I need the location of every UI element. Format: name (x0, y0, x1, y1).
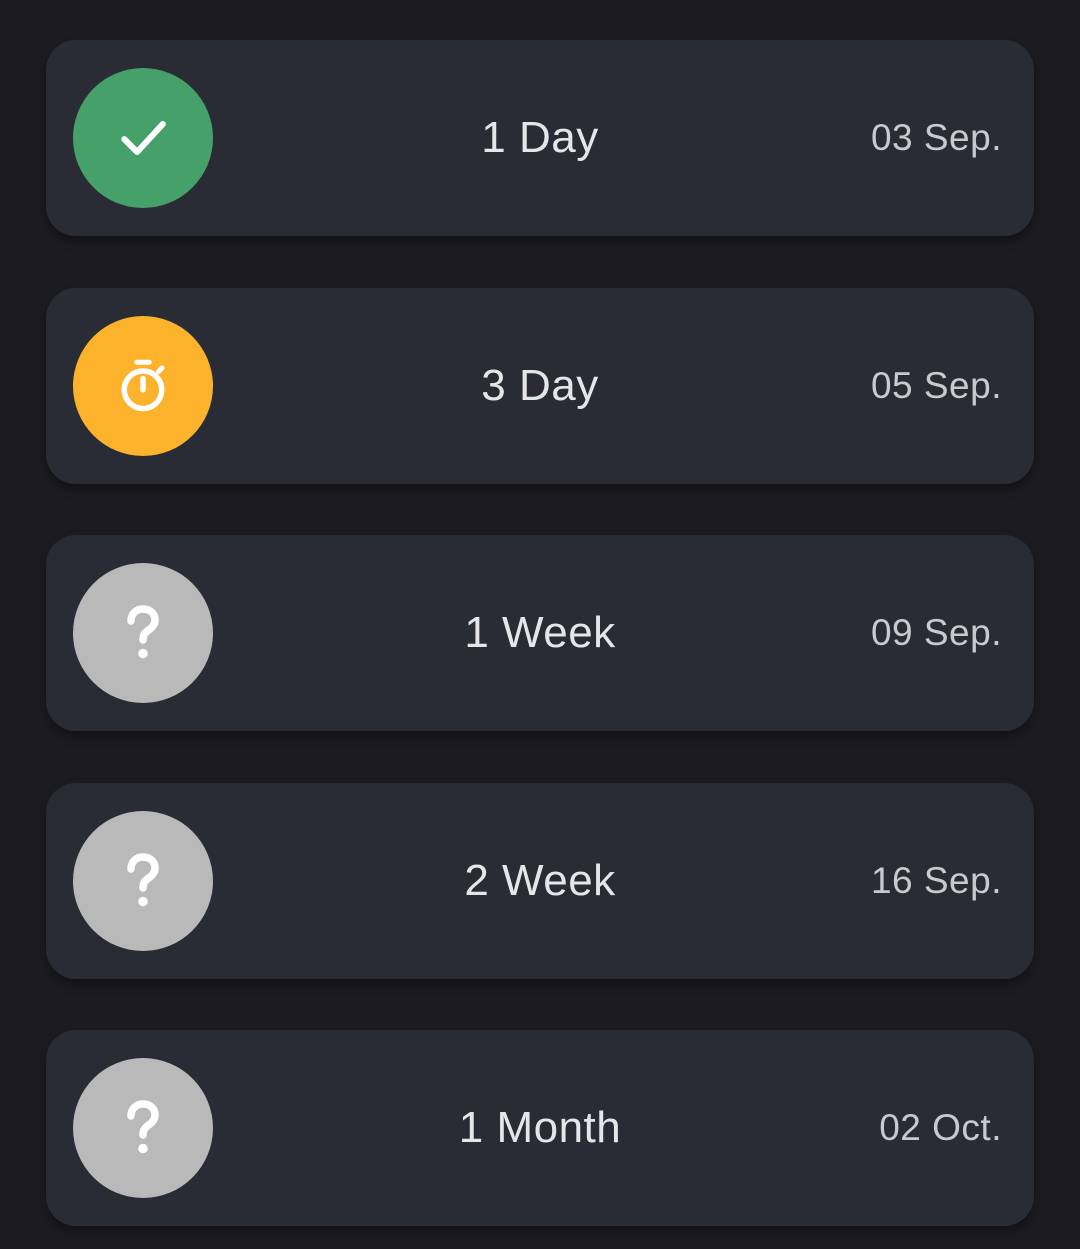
status-pending-badge (73, 1058, 213, 1198)
milestone-date: 03 Sep. (870, 117, 1002, 158)
milestone-date: 05 Sep. (870, 365, 1002, 406)
status-done-badge (73, 68, 213, 208)
checkmark-icon (121, 120, 166, 156)
milestone-card-1-day[interactable]: 1 Day 03 Sep. (46, 40, 1034, 236)
question-mark-icon (127, 1100, 159, 1154)
milestone-list: 1 Day 03 Sep. 3 Day 05 Sep. 1 Week 09 Se… (0, 0, 1080, 1249)
milestone-card-2-week[interactable]: 2 Week 16 Sep. (46, 783, 1034, 979)
status-pending-badge (73, 563, 213, 703)
milestone-card-1-month[interactable]: 1 Month 02 Oct. (46, 1030, 1034, 1226)
milestone-card-1-week[interactable]: 1 Week 09 Sep. (46, 535, 1034, 731)
milestone-date: 09 Sep. (870, 612, 1002, 653)
question-mark-icon (127, 605, 159, 659)
milestone-date: 16 Sep. (870, 860, 1002, 901)
milestone-date: 02 Oct. (879, 1107, 1002, 1148)
stopwatch-icon (121, 359, 165, 412)
status-pending-badge (73, 811, 213, 951)
status-active-badge (73, 316, 213, 456)
question-mark-icon (127, 853, 159, 907)
milestone-card-3-day[interactable]: 3 Day 05 Sep. (46, 288, 1034, 484)
